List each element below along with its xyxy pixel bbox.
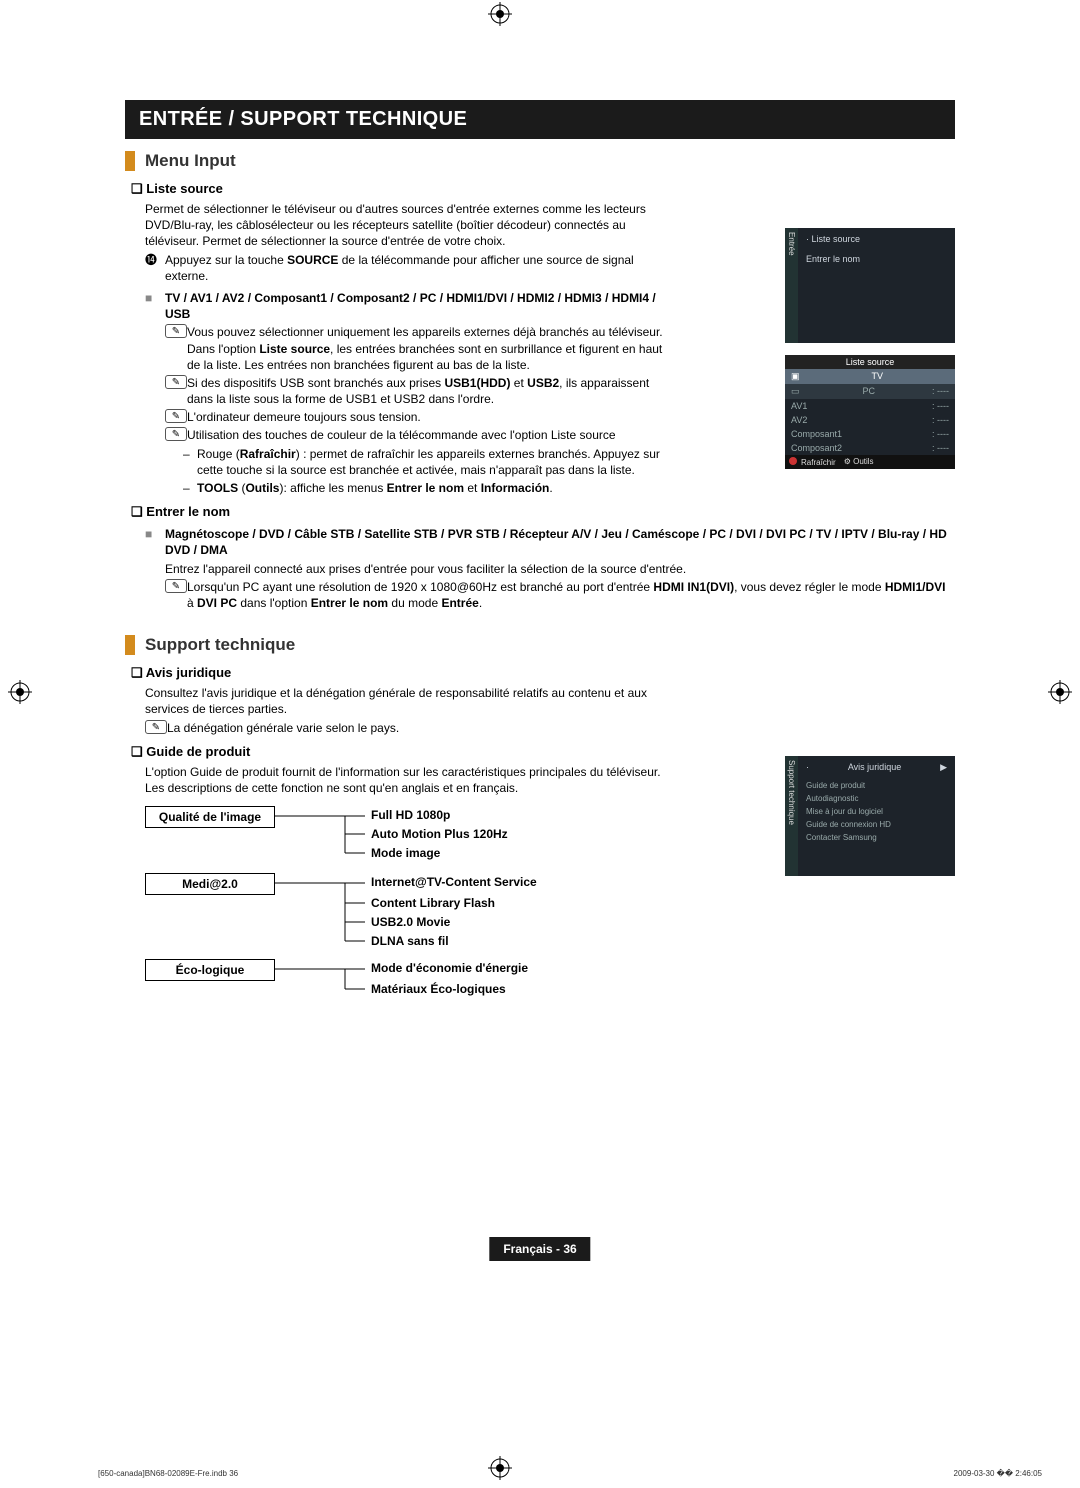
print-footer-left: [650-canada]BN68-02089E-Fre.indb 36 <box>98 1469 238 1478</box>
flow-leaf: Internet@TV-Content Service <box>371 875 537 889</box>
registration-mark-icon <box>1048 680 1072 704</box>
panel-row-name: Composant2 <box>791 443 842 453</box>
panel-row-name: AV2 <box>791 415 807 425</box>
note-mark-icon: ✎ <box>165 324 187 338</box>
paragraph: La dénégation générale varie selon le pa… <box>167 720 675 736</box>
source-list-line: TV / AV1 / AV2 / Composant1 / Composant2… <box>165 290 675 322</box>
flowchart: Qualité de l'image Medi@2.0 Éco-logique … <box>145 806 955 1026</box>
panel-row-val: : ---- <box>932 386 949 397</box>
registration-mark-icon <box>488 1456 512 1480</box>
flow-leaf: DLNA sans fil <box>371 934 449 948</box>
note-mark-icon: ✎ <box>145 720 167 734</box>
paragraph: Appuyez sur la touche SOURCE de la téléc… <box>165 252 675 284</box>
note-mark-icon: ✎ <box>165 427 187 441</box>
panel-row-val: : ---- <box>932 429 949 439</box>
paragraph: Permet de sélectionner le téléviseur ou … <box>145 201 675 250</box>
flow-box-image-quality: Qualité de l'image <box>145 806 275 828</box>
paragraph: Si des dispositifs USB sont branchés aux… <box>187 375 675 407</box>
panel-row: Avis juridique <box>848 762 901 773</box>
page-footer-lang: Français - 36 <box>489 1237 590 1261</box>
panel-side-label: Entrée <box>785 228 798 343</box>
paragraph: Entrez l'appareil connecté aux prises d'… <box>165 561 955 577</box>
flow-leaf: Auto Motion Plus 120Hz <box>371 827 508 841</box>
print-footer-right: 2009-03-30 �� 2:46:05 <box>954 1469 1042 1478</box>
panel-row: Entrer le nom <box>806 254 860 264</box>
subheading-liste-source: Liste source <box>131 181 955 197</box>
flow-leaf: Full HD 1080p <box>371 808 450 822</box>
flow-leaf: Mode image <box>371 846 440 860</box>
panel-row-val: : ---- <box>932 415 949 425</box>
panel-footer-item: Rafraîchir <box>801 458 836 467</box>
flow-leaf: USB2.0 Movie <box>371 915 450 929</box>
accent-bar-icon <box>125 151 135 171</box>
flow-leaf: Matériaux Éco-logiques <box>371 982 506 996</box>
note-mark-icon: ✎ <box>165 409 187 423</box>
paragraph: Consultez l'avis juridique et la dénégat… <box>145 685 675 717</box>
flow-box-media: Medi@2.0 <box>145 873 275 895</box>
panel-row-val: : ---- <box>932 401 949 411</box>
panel-row-name: PC <box>863 386 876 397</box>
dash-icon: – <box>183 480 197 496</box>
panel-row-name: AV1 <box>791 401 807 411</box>
paragraph: Utilisation des touches de couleur de la… <box>187 427 675 443</box>
panel-row: Autodiagnostic <box>798 792 955 805</box>
page-banner: ENTRÉE / SUPPORT TECHNIQUE <box>125 100 955 139</box>
flow-box-eco: Éco-logique <box>145 959 275 981</box>
panel-row-name: TV <box>872 371 884 382</box>
screenshot-source-list: Liste source ▣TV ▭PC: ---- AV1: ---- AV2… <box>785 355 955 469</box>
paragraph: Rouge (Rafraîchir) : permet de rafraîchi… <box>197 446 675 478</box>
note-mark-icon: ✎ <box>165 579 187 593</box>
flow-leaf: Content Library Flash <box>371 896 495 910</box>
panel-header: Liste source <box>785 355 955 369</box>
paragraph: Lorsqu'un PC ayant une résolution de 192… <box>187 579 955 611</box>
registration-mark-icon <box>8 680 32 704</box>
panel-row: Guide de produit <box>798 779 955 792</box>
dash-icon: – <box>183 446 197 478</box>
square-bullet-icon: ■ <box>145 526 165 558</box>
panel-row-val: : ---- <box>932 443 949 453</box>
source-list-line: Magnétoscope / DVD / Câble STB / Satelli… <box>165 526 955 558</box>
subheading-entrer-le-nom: Entrer le nom <box>131 504 955 520</box>
panel-footer-item: Outils <box>853 457 873 466</box>
square-bullet-icon: ■ <box>145 290 165 322</box>
subheading-avis-juridique: Avis juridique <box>131 665 955 681</box>
screenshot-input-menu: Entrée · Liste source Entrer le nom <box>785 228 955 343</box>
panel-row-name: Composant1 <box>791 429 842 439</box>
panel-row: Liste source <box>812 234 861 244</box>
accent-bar-icon <box>125 635 135 655</box>
paragraph: Vous pouvez sélectionner uniquement les … <box>187 324 675 373</box>
paragraph: TOOLS (Outils): affiche les menus Entrer… <box>197 480 675 496</box>
flow-leaf: Mode d'économie d'énergie <box>371 961 528 975</box>
paragraph: L'option Guide de produit fournit de l'i… <box>145 764 675 796</box>
section-title-menu-input: Menu Input <box>125 151 955 171</box>
registration-mark-icon <box>488 2 512 26</box>
hint-mark-icon: ⓮ <box>145 252 165 284</box>
section-title-support-technique: Support technique <box>125 635 955 655</box>
note-mark-icon: ✎ <box>165 375 187 389</box>
paragraph: L'ordinateur demeure toujours sous tensi… <box>187 409 675 425</box>
